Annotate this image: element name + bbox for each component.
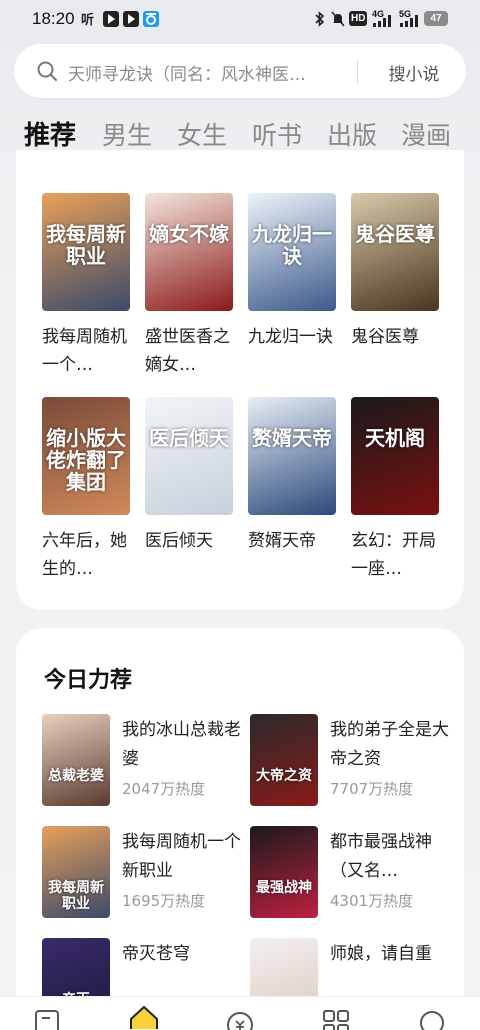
tab-female[interactable]: 女生: [177, 116, 227, 152]
battery-icon: 47: [424, 11, 448, 26]
book-item[interactable]: 天机阁玄幻：开局一座…: [351, 397, 439, 583]
recommend-item[interactable]: 总裁老婆 我的冰山总裁老婆 2047万热度: [42, 714, 242, 806]
recommend-item[interactable]: 我每周新职业 我每周随机一个新职业 1695万热度: [42, 826, 242, 918]
recommend-cover-title: 总裁老婆: [48, 768, 104, 784]
recommend-heat: 2047万热度: [122, 780, 206, 798]
book-cover[interactable]: 九龙归一诀: [248, 193, 336, 311]
recommend-cover-title: 我每周新职业: [48, 880, 104, 912]
book-cover-title: 鬼谷医尊: [355, 222, 435, 246]
search-divider: [357, 60, 358, 84]
bluetooth-icon: [315, 11, 325, 27]
search-icon: [37, 61, 57, 81]
recommend-heat: 7707万热度: [330, 780, 414, 798]
book-title[interactable]: 玄幻：开局一座…: [351, 527, 439, 583]
book-cover-title: 我每周新职业: [46, 222, 126, 268]
tab-recommend[interactable]: 推荐: [24, 115, 76, 152]
status-bar: 18:20 听 HD 4G 5G 47: [0, 0, 480, 40]
book-item[interactable]: 我每周新职业我每周随机一个…: [42, 193, 130, 379]
svg-text:听: 听: [81, 12, 94, 27]
recommend-cover-title: 大帝之资: [256, 768, 312, 784]
book-title[interactable]: 赘婿天帝: [248, 527, 336, 583]
category-icon[interactable]: [322, 1009, 350, 1030]
book-title[interactable]: 盛世医香之嫡女…: [145, 323, 233, 379]
book-cover-title: 缩小版大佬炸翻了集团: [46, 426, 126, 494]
search-bar[interactable]: 天师寻龙诀（同名：风水神医… 搜小说: [14, 44, 466, 98]
recommend-title[interactable]: 我的冰山总裁老婆: [122, 716, 246, 774]
book-title[interactable]: 医后倾天: [145, 527, 233, 583]
browser-app-icon: [143, 11, 159, 27]
book-item[interactable]: 九龙归一诀 九龙归一诀: [248, 193, 336, 379]
recommend-cover[interactable]: 总裁老婆: [42, 714, 110, 806]
book-item[interactable]: 缩小版大佬炸翻了集团六年后，她生的…: [42, 397, 130, 583]
play-app-icon: [103, 11, 119, 27]
tab-comics[interactable]: 漫画: [401, 116, 451, 152]
book-cover[interactable]: 嫡女不嫁: [145, 193, 233, 311]
hd-icon: HD: [349, 11, 368, 26]
welfare-icon[interactable]: [226, 1009, 254, 1030]
book-cover-title: 赘婿天帝: [252, 426, 332, 450]
book-cover-title: 天机阁: [365, 426, 425, 450]
signal-bars-icon: [373, 15, 391, 27]
status-time: 18:20: [32, 9, 75, 28]
recommend-heat: 1695万热度: [122, 892, 206, 910]
book-cover-title: 嫡女不嫁: [149, 222, 229, 246]
book-cover-title: 医后倾天: [149, 426, 229, 450]
recommend-title[interactable]: 帝灭苍穹: [122, 940, 246, 998]
bottom-nav: [0, 996, 480, 1030]
recommend-item[interactable]: 最强战神 都市最强战神（又名… 4301万热度: [250, 826, 450, 918]
book-title[interactable]: 九龙归一诀: [248, 323, 336, 379]
recommend-cover[interactable]: 最强战神: [250, 826, 318, 918]
book-cover[interactable]: 我每周新职业: [42, 193, 130, 311]
recommend-title[interactable]: 我每周随机一个新职业: [122, 828, 246, 886]
search-button[interactable]: 搜小说: [376, 60, 452, 85]
book-title[interactable]: 鬼谷医尊: [351, 323, 439, 379]
search-input[interactable]: 天师寻龙诀（同名：风水神医…: [68, 60, 346, 85]
profile-icon[interactable]: [418, 1009, 446, 1030]
recommend-title[interactable]: 师娘，请自重: [330, 940, 454, 998]
tab-male[interactable]: 男生: [102, 116, 152, 152]
listen-app-icon: 听: [81, 12, 94, 27]
play-app-icon: [123, 11, 139, 27]
book-title[interactable]: 六年后，她生的…: [42, 527, 130, 583]
book-title[interactable]: 我每周随机一个…: [42, 323, 130, 379]
bookshelf-icon[interactable]: [34, 1009, 62, 1030]
book-cover[interactable]: 医后倾天: [145, 397, 233, 515]
bookstore-icon[interactable]: [128, 1005, 160, 1029]
tab-publish[interactable]: 出版: [327, 116, 377, 152]
tab-audiobook[interactable]: 听书: [252, 116, 302, 152]
recommend-cover[interactable]: 大帝之资: [250, 714, 318, 806]
mute-icon: [331, 11, 345, 27]
recommend-cover[interactable]: 我每周新职业: [42, 826, 110, 918]
section-title: 今日力荐: [44, 668, 133, 693]
book-cover[interactable]: 缩小版大佬炸翻了集团: [42, 397, 130, 515]
recommend-cover-title: 最强战神: [256, 880, 312, 896]
book-cover[interactable]: 赘婿天帝: [248, 397, 336, 515]
book-item[interactable]: 嫡女不嫁盛世医香之嫡女…: [145, 193, 233, 379]
recommend-item[interactable]: 大帝之资 我的弟子全是大帝之资 7707万热度: [250, 714, 450, 806]
recommend-title[interactable]: 都市最强战神（又名…: [330, 828, 454, 886]
book-item[interactable]: 赘婿天帝 赘婿天帝: [248, 397, 336, 583]
signal-bars-icon: [400, 15, 418, 27]
book-item[interactable]: 鬼谷医尊 鬼谷医尊: [351, 193, 439, 379]
book-cover[interactable]: 鬼谷医尊: [351, 193, 439, 311]
book-cover-title: 九龙归一诀: [252, 222, 332, 268]
recommend-heat: 4301万热度: [330, 892, 414, 910]
book-item[interactable]: 医后倾天 医后倾天: [145, 397, 233, 583]
recommend-title[interactable]: 我的弟子全是大帝之资: [330, 716, 454, 774]
book-cover[interactable]: 天机阁: [351, 397, 439, 515]
